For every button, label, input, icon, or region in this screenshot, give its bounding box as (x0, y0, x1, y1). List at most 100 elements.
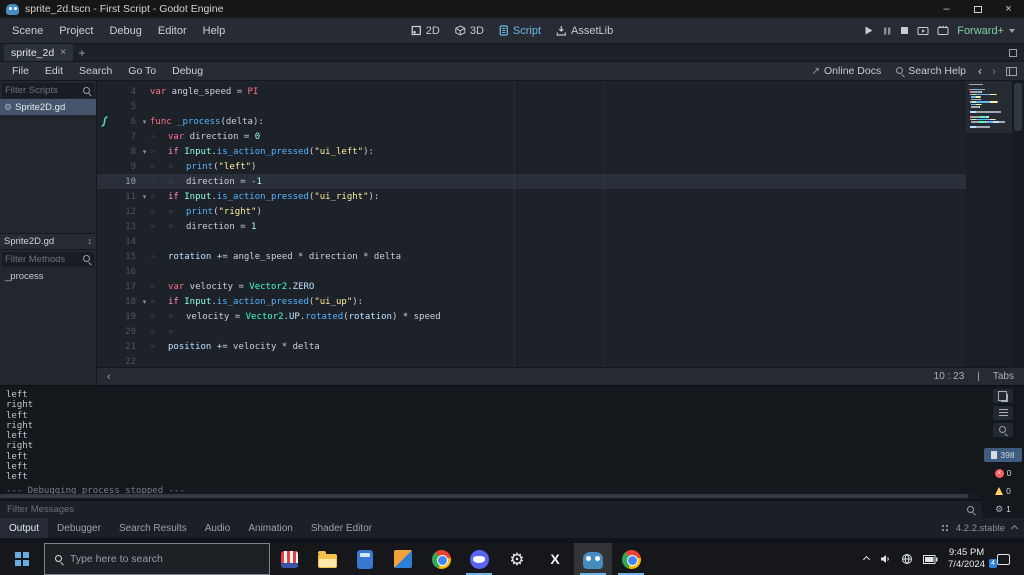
add-scene-button[interactable]: + (73, 44, 91, 61)
close-button[interactable]: × (993, 0, 1024, 18)
code-editor[interactable]: 4 var angle_speed = PI 5 6 ▾ func _process(de… (97, 81, 1024, 367)
code-fold-icon[interactable]: ▾ (139, 148, 150, 156)
code-line-17[interactable]: 17 » var velocity = Vector2.ZERO (97, 279, 966, 294)
tray-expand-icon[interactable] (862, 555, 871, 563)
renderer-dropdown[interactable]: Forward+ (957, 25, 1015, 37)
minimap-viewport[interactable] (966, 81, 1012, 133)
menu-project[interactable]: Project (51, 18, 101, 44)
line-number[interactable]: 21 (111, 342, 139, 352)
taskbar-app-settings[interactable] (498, 543, 536, 575)
line-number[interactable]: 19 (111, 312, 139, 322)
line-number[interactable]: 7 (111, 132, 139, 142)
minimap[interactable] (966, 81, 1012, 367)
script-menu-file[interactable]: File (4, 62, 37, 81)
copy-output-button[interactable] (993, 389, 1013, 403)
code-line-14[interactable]: 14 (97, 234, 966, 249)
line-number[interactable]: 15 (111, 252, 139, 262)
play-scene-button[interactable] (917, 25, 929, 36)
bottom-tab-audio[interactable]: Audio (196, 518, 240, 538)
code-line-22[interactable]: 22 (97, 354, 966, 367)
editor-scrollbar[interactable] (1012, 81, 1024, 367)
output-search-button[interactable] (993, 423, 1013, 437)
script-menu-debug[interactable]: Debug (164, 62, 211, 81)
output-filter-messages[interactable]: 398 (984, 448, 1022, 462)
scripts-panel-layout-icon[interactable] (1006, 66, 1017, 76)
bottom-tab-debugger[interactable]: Debugger (48, 518, 110, 538)
menu-scene[interactable]: Scene (4, 18, 51, 44)
script-menu-go-to[interactable]: Go To (120, 62, 164, 81)
taskbar-app-chrome[interactable] (422, 543, 460, 575)
distraction-free-icon[interactable] (1009, 48, 1017, 57)
line-number[interactable]: 5 (111, 102, 139, 112)
output-scrollbar-thumb[interactable] (0, 494, 969, 498)
method-item--process[interactable]: _process (0, 268, 96, 284)
code-line-10[interactable]: 10 »» direction = -1 (97, 174, 966, 189)
code-line-21[interactable]: 21 » position += velocity * delta (97, 339, 966, 354)
line-number[interactable]: 14 (111, 237, 139, 247)
network-icon[interactable] (901, 553, 913, 565)
editor-scrollbar-thumb[interactable] (1014, 83, 1022, 131)
code-line-12[interactable]: 12 »» print("right") (97, 204, 966, 219)
line-number[interactable]: 4 (111, 87, 139, 97)
output-filter-warnings[interactable]: 0 (984, 484, 1022, 498)
menu-debug[interactable]: Debug (101, 18, 149, 44)
taskbar-app-photos[interactable] (384, 543, 422, 575)
line-number[interactable]: 11 (111, 192, 139, 202)
code-line-11[interactable]: 11 ▾» if Input.is_action_pressed("ui_right… (97, 189, 966, 204)
line-number[interactable]: 16 (111, 267, 139, 277)
clear-output-button[interactable] (993, 406, 1013, 420)
workspace-tab-assetlib[interactable]: AssetLib (556, 25, 613, 37)
taskbar-search-input[interactable] (70, 553, 260, 565)
play-button[interactable] (863, 25, 874, 36)
code-line-16[interactable]: 16 (97, 264, 966, 279)
menu-help[interactable]: Help (195, 18, 234, 44)
version-label[interactable]: 4.2.2.stable (956, 523, 1005, 534)
output-horizontal-scrollbar[interactable] (0, 494, 978, 498)
code-fold-icon[interactable]: ▾ (139, 298, 150, 306)
code-line-9[interactable]: 9 »» print("left") (97, 159, 966, 174)
taskbar-app-calculator[interactable] (346, 543, 384, 575)
scene-tab-close-icon[interactable]: × (60, 47, 66, 58)
taskbar-search[interactable] (44, 543, 270, 575)
code-line-19[interactable]: 19 »» velocity = Vector2.UP.rotated(rotati… (97, 309, 966, 324)
script-menu-search[interactable]: Search (71, 62, 120, 81)
filter-scripts-input[interactable] (5, 85, 82, 96)
online-docs-button[interactable]: ↗ Online Docs (805, 65, 889, 77)
notification-center-button[interactable]: 4 (989, 553, 1010, 568)
code-line-5[interactable]: 5 (97, 99, 966, 114)
code-fold-icon[interactable]: ▾ (139, 193, 150, 201)
code-line-6[interactable]: 6 ▾ func _process(delta): (97, 114, 966, 129)
taskbar-clock[interactable]: 9:45 PM 7/4/2024 (948, 547, 985, 572)
history-back-button[interactable]: ‹ (973, 64, 987, 78)
expand-bottom-panel-icon[interactable] (1010, 524, 1019, 532)
search-help-button[interactable]: Search Help (888, 65, 973, 77)
indent-type[interactable]: Tabs (993, 371, 1014, 382)
line-number[interactable]: 18 (111, 297, 139, 307)
script-list-item-sprite2d-gd[interactable]: ⚙ Sprite2D.gd (0, 99, 96, 115)
filter-methods-input[interactable] (5, 253, 82, 265)
scene-tab-sprite-2d[interactable]: sprite_2d × (4, 44, 74, 61)
history-forward-button[interactable]: › (987, 64, 1001, 78)
output-filter-editor[interactable]: ⚙ 1 (984, 502, 1022, 516)
line-number[interactable]: 10 (111, 177, 139, 187)
script-menu-edit[interactable]: Edit (37, 62, 71, 81)
minimize-button[interactable]: – (931, 0, 962, 18)
start-button[interactable] (0, 543, 44, 575)
methods-sort-icon[interactable]: ↕ (88, 236, 93, 246)
workspace-tab-script[interactable]: Script (499, 25, 541, 37)
code-line-15[interactable]: 15 » rotation += angle_speed * direction *… (97, 249, 966, 264)
bottom-tab-search-results[interactable]: Search Results (110, 518, 196, 538)
menu-editor[interactable]: Editor (150, 18, 195, 44)
line-number[interactable]: 8 (111, 147, 139, 157)
output-filter-errors[interactable]: × 0 (984, 466, 1022, 480)
stop-button[interactable] (900, 26, 909, 35)
code-fold-icon[interactable]: ▾ (139, 118, 150, 126)
taskbar-app-striped-hat[interactable] (270, 543, 308, 575)
line-number[interactable]: 13 (111, 222, 139, 232)
taskbar-app-godot[interactable] (574, 543, 612, 575)
workspace-tab-2d[interactable]: 2D (411, 25, 440, 37)
line-number[interactable]: 6 (111, 117, 139, 127)
bottom-tab-shader-editor[interactable]: Shader Editor (302, 518, 381, 538)
code-line-8[interactable]: 8 ▾» if Input.is_action_pressed("ui_left")… (97, 144, 966, 159)
code-line-18[interactable]: 18 ▾» if Input.is_action_pressed("ui_up"): (97, 294, 966, 309)
